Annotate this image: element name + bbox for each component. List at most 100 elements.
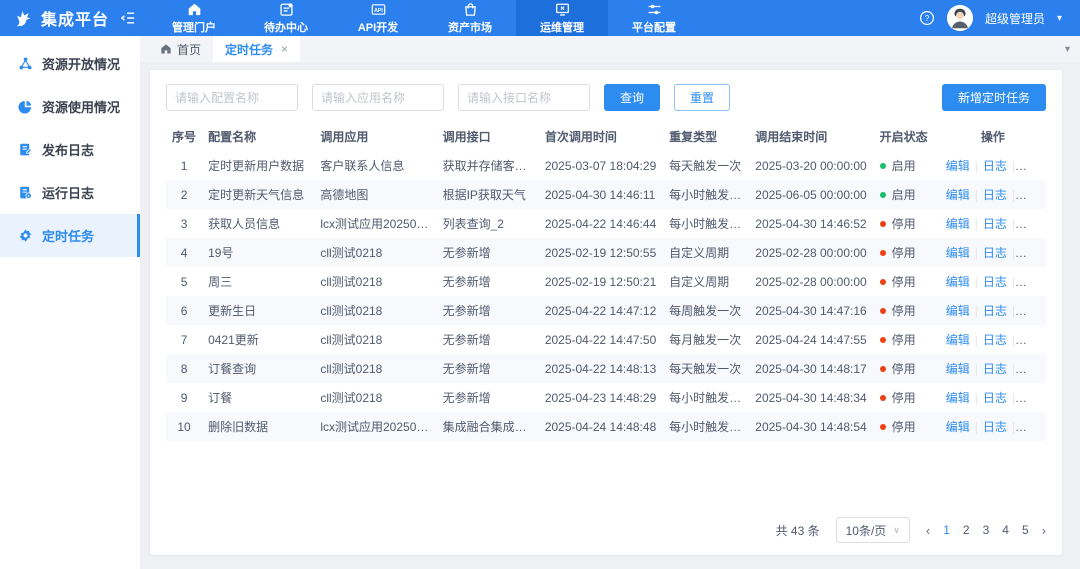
log-link[interactable]: 日志 [983, 217, 1007, 231]
action-divider: | [1012, 420, 1015, 434]
cell-first-time: 2025-04-22 14:47:12 [539, 296, 663, 325]
tab-list-caret-icon[interactable]: ▾ [1065, 44, 1070, 55]
cell-app: lcx测试应用20250214 [314, 412, 436, 441]
add-timer-task-button[interactable]: 新增定时任务 [942, 84, 1046, 111]
cell-app: cll测试0218 [314, 238, 436, 267]
nav-item-api-dev[interactable]: APIAPI开发 [332, 0, 424, 36]
sidebar-item-resource-open[interactable]: 资源开放情况 [0, 42, 140, 85]
log-link[interactable]: 日志 [983, 246, 1007, 260]
cell-actions: 编辑|日志|更多 ▾ [940, 267, 1046, 296]
nav-item-label: 运维管理 [540, 19, 584, 35]
more-caret-icon: ▾ [1044, 249, 1046, 259]
svg-text:API: API [374, 7, 383, 13]
cell-status: 停用 [874, 209, 940, 238]
cell-app: cll测试0218 [314, 354, 436, 383]
nav-item-label: 待办中心 [264, 19, 308, 35]
sidebar-item-timer-task[interactable]: 定时任务 [0, 214, 140, 257]
nav-item-platform-config[interactable]: 平台配置 [608, 0, 700, 36]
log-link[interactable]: 日志 [983, 159, 1007, 173]
edit-link[interactable]: 编辑 [946, 391, 970, 405]
status-dot [880, 250, 886, 256]
log-link[interactable]: 日志 [983, 188, 1007, 202]
status-text: 停用 [892, 333, 916, 347]
edit-link[interactable]: 编辑 [946, 304, 970, 318]
avatar[interactable] [947, 5, 973, 31]
app-name-input[interactable] [312, 84, 444, 111]
column-header: 调用应用 [314, 121, 436, 151]
config-name-input[interactable] [166, 84, 298, 111]
column-header: 开启状态 [874, 121, 940, 151]
edit-link[interactable]: 编辑 [946, 420, 970, 434]
next-page-button[interactable]: › [1042, 523, 1046, 538]
edit-link[interactable]: 编辑 [946, 217, 970, 231]
user-menu-caret-icon[interactable]: ▾ [1057, 13, 1062, 24]
nav-item-ops-management[interactable]: 运维管理 [516, 0, 608, 36]
page-size-select[interactable]: 10条/页 ∨ [836, 517, 910, 543]
log-link[interactable]: 日志 [983, 333, 1007, 347]
nav-item-asset-market[interactable]: 资产市场 [424, 0, 516, 36]
cell-config-name: 0421更新 [202, 325, 314, 354]
home-icon [160, 43, 172, 55]
status-dot [880, 424, 886, 430]
tab-timer-task[interactable]: 定时任务 × [213, 36, 300, 62]
edit-link[interactable]: 编辑 [946, 188, 970, 202]
cell-repeat-type: 每天触发一次 [663, 151, 749, 180]
page-number-5[interactable]: 5 [1022, 523, 1029, 537]
cell-api: 根据IP获取天气 [437, 180, 539, 209]
cell-no: 2 [166, 180, 202, 209]
tab-home[interactable]: 首页 [148, 36, 213, 62]
nav-item-portal[interactable]: 管理门户 [148, 0, 240, 36]
edit-link[interactable]: 编辑 [946, 275, 970, 289]
log-link[interactable]: 日志 [983, 275, 1007, 289]
nav-item-todo-center[interactable]: 待办中心 [240, 0, 332, 36]
table-row: 70421更新cll测试0218无参新增2025-04-22 14:47:50每… [166, 325, 1046, 354]
cell-actions: 编辑|日志|更多 ▾ [940, 383, 1046, 412]
cell-repeat-type: 每小时触发一次 [663, 209, 749, 238]
page-number-2[interactable]: 2 [963, 523, 970, 537]
log-link[interactable]: 日志 [983, 362, 1007, 376]
home-icon [187, 2, 202, 17]
action-divider: | [975, 275, 978, 289]
log-link[interactable]: 日志 [983, 391, 1007, 405]
cell-status: 停用 [874, 238, 940, 267]
user-name[interactable]: 超级管理员 [985, 10, 1045, 27]
cell-repeat-type: 自定义周期 [663, 267, 749, 296]
tab-close-icon[interactable]: × [281, 42, 288, 56]
prev-page-button[interactable]: ‹ [926, 523, 930, 538]
reset-button[interactable]: 重置 [674, 84, 730, 111]
table-row: 2定时更新天气信息高德地图根据IP获取天气2025-04-30 14:46:11… [166, 180, 1046, 209]
sidebar-collapse-icon[interactable] [120, 11, 136, 25]
search-button[interactable]: 查询 [604, 84, 660, 111]
page-number-4[interactable]: 4 [1002, 523, 1009, 537]
share-icon [18, 56, 33, 71]
cell-first-time: 2025-02-19 12:50:21 [539, 267, 663, 296]
cell-no: 9 [166, 383, 202, 412]
help-icon[interactable]: ? [919, 10, 935, 26]
action-divider: | [1012, 391, 1015, 405]
more-caret-icon: ▾ [1044, 394, 1046, 404]
page-number-1[interactable]: 1 [943, 523, 950, 537]
edit-link[interactable]: 编辑 [946, 333, 970, 347]
sidebar-item-resource-usage[interactable]: 资源使用情况 [0, 85, 140, 128]
more-caret-icon: ▾ [1044, 162, 1046, 172]
sidebar-item-label: 资源开放情况 [42, 54, 120, 73]
log-link[interactable]: 日志 [983, 420, 1007, 434]
cell-end-time: 2025-06-05 00:00:00 [749, 180, 873, 209]
api-name-input[interactable] [458, 84, 590, 111]
page-number-3[interactable]: 3 [983, 523, 990, 537]
log-link[interactable]: 日志 [983, 304, 1007, 318]
status-text: 停用 [892, 362, 916, 376]
tab-label: 定时任务 [225, 41, 273, 58]
action-divider: | [975, 304, 978, 318]
edit-link[interactable]: 编辑 [946, 159, 970, 173]
cell-config-name: 19号 [202, 238, 314, 267]
cell-status: 停用 [874, 412, 940, 441]
status-dot [880, 163, 886, 169]
edit-link[interactable]: 编辑 [946, 362, 970, 376]
edit-link[interactable]: 编辑 [946, 246, 970, 260]
sidebar-item-publish-log[interactable]: 发布日志 [0, 128, 140, 171]
cell-actions: 编辑|日志|更多 ▾ [940, 238, 1046, 267]
sidebar-item-run-log[interactable]: 运行日志 [0, 171, 140, 214]
action-divider: | [1012, 275, 1015, 289]
tab-label: 首页 [177, 41, 201, 58]
